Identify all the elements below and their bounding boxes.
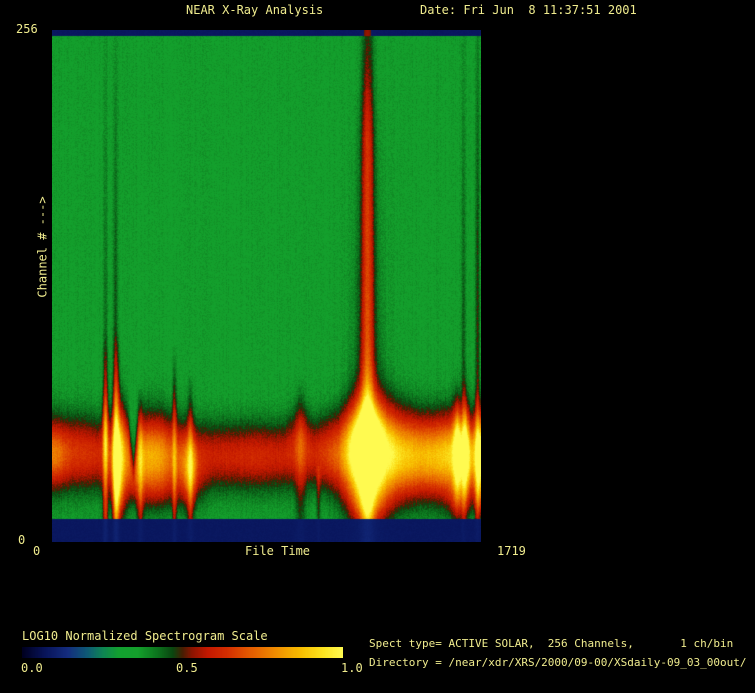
date-label: Date: Fri Jun 8 11:37:51 2001 (420, 4, 637, 17)
x-axis-title: File Time (245, 545, 310, 558)
page-title: NEAR X-Ray Analysis (186, 4, 323, 17)
spect-type-info: Spect type= ACTIVE SOLAR, 256 Channels, … (369, 637, 733, 650)
colorbar-gradient (22, 647, 343, 658)
colorbar-tick-max: 1.0 (341, 662, 363, 675)
directory-info: Directory = /near/xdr/XRS/2000/09-00/XSd… (369, 656, 747, 669)
colorbar-title: LOG10 Normalized Spectrogram Scale (22, 630, 268, 643)
near-xray-analysis-window: { "header": { "title": "NEAR X-Ray Analy… (0, 0, 755, 693)
x-axis-min-label: 0 (33, 545, 40, 558)
y-axis-title: Channel # ---> (37, 196, 50, 297)
x-axis-max-label: 1719 (497, 545, 526, 558)
y-axis-min-label: 0 (18, 534, 25, 547)
spectrogram-heatmap (52, 30, 481, 542)
colorbar-tick-min: 0.0 (21, 662, 43, 675)
colorbar-tick-mid: 0.5 (176, 662, 198, 675)
y-axis-max-label: 256 (16, 23, 38, 36)
